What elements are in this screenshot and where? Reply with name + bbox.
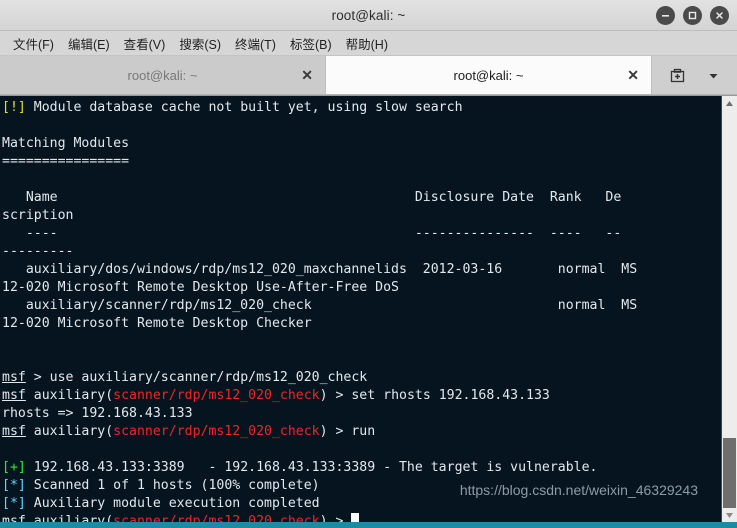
terminal-line: Matching Modules <box>2 135 721 153</box>
menu-terminal[interactable]: 终端(T) <box>228 32 283 55</box>
terminal-span: ) > run <box>319 424 376 439</box>
terminal-span: msf <box>2 514 26 522</box>
terminal-span: [+] <box>2 460 26 475</box>
title-bar: root@kali: ~ <box>0 0 737 31</box>
terminal-span: auxiliary( <box>25 388 114 403</box>
terminal-span: Name Disclosure Date Rank De <box>2 190 622 205</box>
terminal-span: rhosts => 192.168.43.133 <box>2 406 193 421</box>
terminal-line: auxiliary/scanner/rdp/ms12_020_check nor… <box>2 297 721 315</box>
terminal-span: Scanned 1 of 1 hosts (100% complete) <box>25 478 320 493</box>
menu-tabs[interactable]: 标签(B) <box>283 32 339 55</box>
terminal-span: 12-020 Microsoft Remote Desktop Use-Afte… <box>2 280 399 295</box>
close-button[interactable] <box>710 5 729 25</box>
terminal-span: Auxiliary module execution completed <box>25 496 320 511</box>
terminal-span: auxiliary( <box>25 424 114 439</box>
terminal-span: [*] <box>2 478 26 493</box>
terminal-span: [*] <box>2 496 26 511</box>
tab-label: root@kali: ~ <box>127 67 198 83</box>
terminal-span: Matching Modules <box>2 136 130 151</box>
menu-file[interactable]: 文件(F) <box>6 32 61 55</box>
menu-bar: 文件(F) 编辑(E) 查看(V) 搜索(S) 终端(T) 标签(B) 帮助(H… <box>0 31 737 56</box>
terminal-line: auxiliary/dos/windows/rdp/ms12_020_maxch… <box>2 261 721 279</box>
terminal-line: msf auxiliary(scanner/rdp/ms12_020_check… <box>2 387 721 405</box>
terminal-window: root@kali: ~ 文件(F) 编辑(E) 查看(V) 搜索(S) 终端(… <box>0 0 737 528</box>
terminal-span: [!] <box>2 100 26 115</box>
tab-close-icon[interactable]: ✕ <box>627 68 639 82</box>
terminal-line: [*] Scanned 1 of 1 hosts (100% complete) <box>2 477 721 495</box>
terminal-span: scription <box>2 208 74 223</box>
terminal-span: ================ <box>2 154 130 169</box>
terminal-line: msf auxiliary(scanner/rdp/ms12_020_check… <box>2 423 721 441</box>
close-icon <box>716 11 723 19</box>
terminal-line: [*] Auxiliary module execution completed <box>2 495 721 513</box>
terminal-line: scription <box>2 207 721 225</box>
terminal-line: ---- --------------- ---- -- <box>2 225 721 243</box>
tab-inactive-1[interactable]: root@kali: ~ ✕ <box>0 56 326 94</box>
tab-bar: root@kali: ~ ✕ root@kali: ~ ✕ <box>0 56 737 95</box>
terminal-line: msf auxiliary(scanner/rdp/ms12_020_check… <box>2 513 721 522</box>
maximize-icon <box>688 11 697 19</box>
terminal-span: Module database cache not built yet, usi… <box>25 100 463 115</box>
terminal-line: 12-020 Microsoft Remote Desktop Use-Afte… <box>2 279 721 297</box>
terminal-span: msf <box>2 424 26 439</box>
new-tab-button[interactable] <box>669 67 686 84</box>
tab-active-2[interactable]: root@kali: ~ ✕ <box>326 56 652 94</box>
menu-edit[interactable]: 编辑(E) <box>61 32 117 55</box>
tab-menu-button[interactable] <box>707 69 720 82</box>
terminal-line: Name Disclosure Date Rank De <box>2 189 721 207</box>
terminal-line: msf > use auxiliary/scanner/rdp/ms12_020… <box>2 369 721 387</box>
terminal-span: scanner/rdp/ms12_020_check <box>113 424 320 439</box>
terminal-line: 12-020 Microsoft Remote Desktop Checker <box>2 315 721 333</box>
terminal-span: auxiliary/dos/windows/rdp/ms12_020_maxch… <box>2 262 638 277</box>
terminal-span: ) > <box>319 514 352 522</box>
scroll-up-button[interactable] <box>722 96 737 110</box>
scroll-down-button[interactable] <box>722 508 737 522</box>
terminal-line: [+] 192.168.43.133:3389 - 192.168.43.133… <box>2 459 721 477</box>
terminal-output-pane[interactable]: [!] Module database cache not built yet,… <box>0 96 721 522</box>
tab-close-icon[interactable]: ✕ <box>301 68 313 82</box>
terminal-span: msf <box>2 370 26 385</box>
scroll-down-icon <box>726 512 733 518</box>
terminal-span: ) > set rhosts 192.168.43.133 <box>319 388 550 403</box>
scroll-up-icon <box>726 100 733 106</box>
menu-view[interactable]: 查看(V) <box>117 32 173 55</box>
minimize-icon <box>662 14 669 17</box>
terminal-span: scanner/rdp/ms12_020_check <box>113 514 320 522</box>
window-controls <box>656 0 729 30</box>
minimize-button[interactable] <box>656 5 675 25</box>
tab-label: root@kali: ~ <box>453 67 524 83</box>
terminal-span: auxiliary/scanner/rdp/ms12_020_check nor… <box>2 298 638 313</box>
menu-search[interactable]: 搜索(S) <box>172 32 228 55</box>
terminal-span: scanner/rdp/ms12_020_check <box>113 388 320 403</box>
terminal-cursor <box>351 513 360 522</box>
terminal-line: --------- <box>2 243 721 261</box>
terminal-span: 12-020 Microsoft Remote Desktop Checker <box>2 316 312 331</box>
terminal-scrollbar[interactable] <box>721 96 737 522</box>
terminal-line: ================ <box>2 153 721 171</box>
terminal-line: rhosts => 192.168.43.133 <box>2 405 721 423</box>
terminal-span: ---- --------------- ---- -- <box>2 226 622 241</box>
scrollbar-thumb[interactable] <box>723 438 736 508</box>
terminal-area: [!] Module database cache not built yet,… <box>0 95 737 522</box>
terminal-span: --------- <box>2 244 74 259</box>
tab-tools <box>652 56 737 94</box>
terminal-span: 192.168.43.133:3389 - 192.168.43.133:338… <box>25 460 598 475</box>
menu-help[interactable]: 帮助(H) <box>339 32 395 55</box>
terminal-line: [!] Module database cache not built yet,… <box>2 99 721 117</box>
terminal-span: msf <box>2 388 26 403</box>
window-bottom-edge <box>0 522 737 528</box>
terminal-span: > use auxiliary/scanner/rdp/ms12_020_che… <box>25 370 368 385</box>
terminal-text: [!] Module database cache not built yet,… <box>1 97 721 522</box>
maximize-button[interactable] <box>683 5 702 25</box>
window-title: root@kali: ~ <box>331 7 406 23</box>
scrollbar-track[interactable] <box>722 110 737 508</box>
terminal-span: auxiliary( <box>25 514 114 522</box>
chevron-down-icon <box>709 73 718 78</box>
new-tab-icon <box>670 68 684 82</box>
